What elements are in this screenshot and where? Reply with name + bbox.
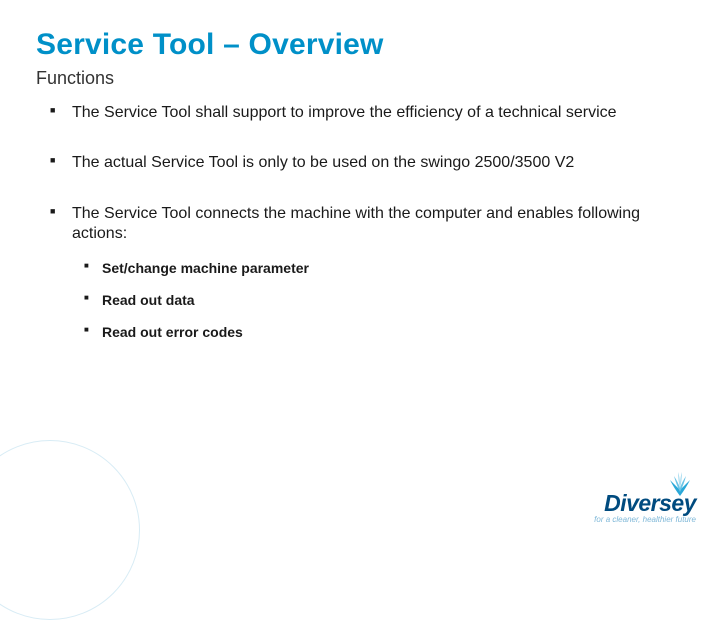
list-item: The Service Tool connects the machine wi… [72, 204, 684, 342]
list-item-text: The Service Tool connects the machine wi… [72, 205, 640, 242]
logo-tagline: for a cleaner, healthier future [594, 515, 696, 524]
slide-content: Service Tool – Overview Functions The Se… [0, 0, 720, 341]
brand-logo: Diversey for a cleaner, healthier future [594, 490, 696, 524]
slide-subtitle: Functions [36, 68, 684, 89]
slide-title: Service Tool – Overview [36, 28, 684, 62]
sub-bullet-list: Set/change machine parameter Read out da… [72, 259, 664, 342]
sub-list-item: Set/change machine parameter [102, 259, 664, 277]
list-item: The Service Tool shall support to improv… [72, 103, 684, 123]
list-item: The actual Service Tool is only to be us… [72, 153, 684, 173]
sub-list-item: Read out error codes [102, 323, 664, 341]
main-bullet-list: The Service Tool shall support to improv… [36, 103, 684, 341]
list-item-text: The Service Tool shall support to improv… [72, 104, 617, 121]
leaf-ornament-icon [660, 466, 700, 500]
list-item-text: The actual Service Tool is only to be us… [72, 154, 574, 171]
decorative-arc [0, 440, 140, 620]
sub-list-item: Read out data [102, 291, 664, 309]
